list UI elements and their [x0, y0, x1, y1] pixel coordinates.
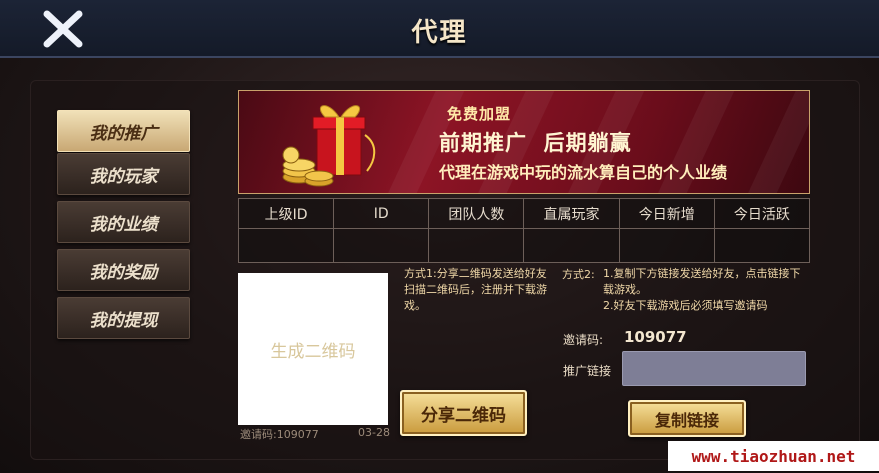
- stats-table: 上级ID ID 团队人数 直属玩家 今日新增 今日活跃: [237, 198, 811, 263]
- promo-banner: 免费加盟 前期推广 后期躺赢 代理在游戏中玩的流水算自己的个人业绩: [238, 90, 810, 194]
- qr-footer: 邀请码:109077 03-28: [240, 426, 390, 442]
- table-row: [237, 228, 811, 263]
- qr-code-area: 生成二维码: [238, 273, 388, 425]
- banner-line-free-join: 免费加盟: [447, 105, 512, 123]
- table-cell: [333, 228, 430, 263]
- invite-code-value: 109077: [624, 328, 687, 346]
- promo-link-field[interactable]: [622, 351, 806, 386]
- qr-footer-date: 03-28: [358, 426, 390, 439]
- promo-link-label: 推广链接: [563, 364, 612, 378]
- column-header: 上级ID: [237, 198, 335, 229]
- sidebar-item-my-withdrawal[interactable]: 我的提现: [57, 297, 190, 339]
- invite-code-label: 邀请码:: [563, 333, 604, 347]
- table-cell: [618, 228, 715, 263]
- sidebar-item-my-promotion[interactable]: 我的推广: [57, 110, 190, 152]
- watermark: www.tiaozhuan.net: [668, 441, 879, 471]
- column-header: 直属玩家: [523, 198, 620, 229]
- method2-step1: 1.复制下方链接发送给好友，点击链接下载游戏。: [603, 267, 801, 296]
- method2-step2: 2.好友下载游戏后必须填写邀请码: [603, 299, 768, 312]
- copy-link-button[interactable]: 复制链接: [628, 400, 746, 437]
- gift-box-gold-coins-icon: [282, 105, 376, 187]
- share-qr-button[interactable]: 分享二维码: [400, 390, 527, 436]
- sidebar-item-my-rewards[interactable]: 我的奖励: [57, 249, 190, 291]
- banner-line-description: 代理在游戏中玩的流水算自己的个人业绩: [439, 163, 728, 182]
- table-cell: [523, 228, 620, 263]
- sidebar-item-my-performance[interactable]: 我的业绩: [57, 201, 190, 243]
- table-header-row: 上级ID ID 团队人数 直属玩家 今日新增 今日活跃: [237, 198, 811, 229]
- column-header: 今日新增: [618, 198, 715, 229]
- method2-label: 方式2:: [562, 268, 595, 281]
- table-cell: [428, 228, 525, 263]
- table-cell: [713, 228, 811, 263]
- sidebar-item-my-players[interactable]: 我的玩家: [57, 153, 190, 195]
- method2-instructions: 1.复制下方链接发送给好友，点击链接下载游戏。 2.好友下载游戏后必须填写邀请码: [603, 266, 808, 314]
- header-bar: 代理: [0, 0, 879, 58]
- qr-footer-invite: 邀请码:109077: [240, 428, 319, 441]
- table-cell: [237, 228, 335, 263]
- banner-line-slogan: 前期推广 后期躺赢: [439, 131, 632, 155]
- qr-placeholder-text: 生成二维码: [270, 341, 356, 362]
- page-title: 代理: [411, 18, 468, 48]
- column-header: ID: [333, 198, 430, 229]
- column-header: 今日活跃: [713, 198, 811, 229]
- method1-instructions: 方式1:分享二维码发送给好友扫描二维码后，注册并下载游戏。: [404, 267, 547, 312]
- column-header: 团队人数: [428, 198, 525, 229]
